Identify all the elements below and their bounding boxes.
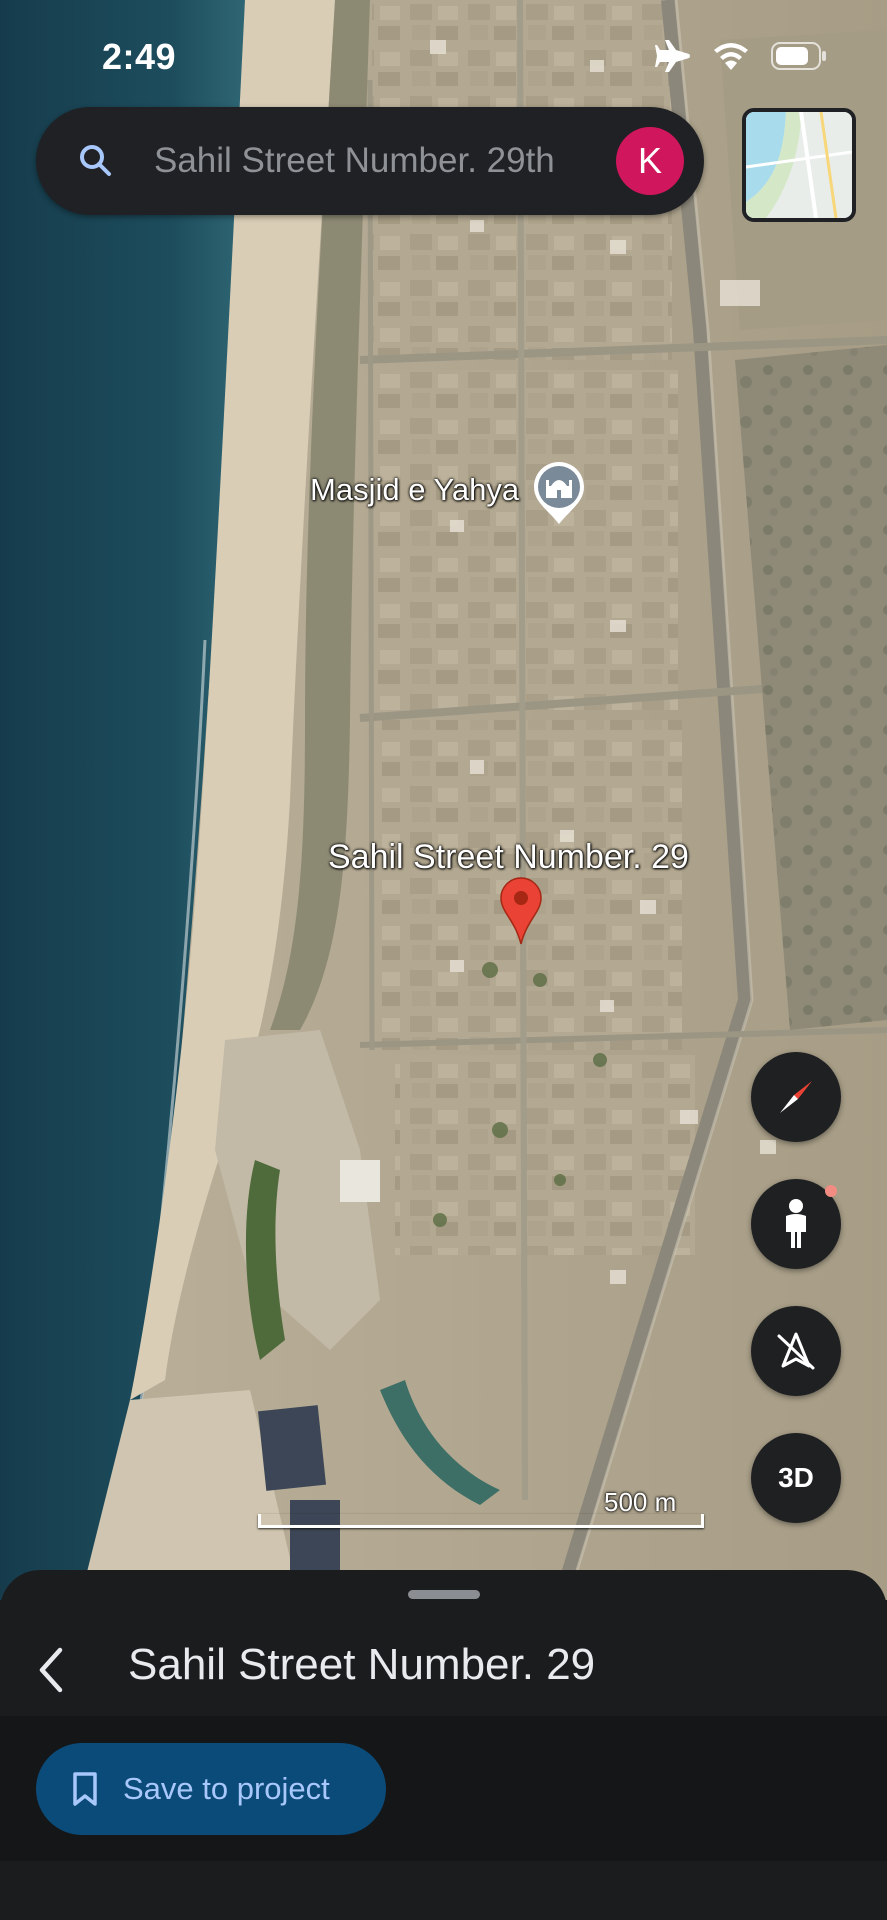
save-to-project-button[interactable]: Save to project	[36, 1743, 386, 1835]
search-bar[interactable]: Sahil Street Number. 29th K	[36, 107, 704, 215]
search-input[interactable]: Sahil Street Number. 29th	[154, 107, 624, 215]
status-icons	[655, 40, 827, 72]
airplane-mode-icon	[655, 40, 690, 72]
map-layer-thumbnail-icon	[746, 112, 852, 218]
mosque-icon	[534, 462, 584, 524]
poi-masjid-marker[interactable]	[532, 460, 586, 526]
3d-button[interactable]: 3D	[751, 1433, 841, 1523]
street-view-button[interactable]	[751, 1179, 841, 1269]
tilt-toggle-button[interactable]	[751, 1306, 841, 1396]
map-pin-icon	[500, 877, 542, 945]
place-title: Sahil Street Number. 29	[128, 1640, 596, 1689]
wifi-icon	[714, 43, 748, 70]
map-layer-toggle[interactable]	[742, 108, 856, 222]
save-to-project-label: Save to project	[123, 1771, 330, 1806]
compass-icon	[780, 1081, 812, 1113]
scale-bar	[258, 1514, 704, 1528]
poi-masjid-label[interactable]: Masjid e Yahya	[310, 472, 519, 508]
account-avatar[interactable]: K	[616, 127, 684, 195]
pegman-icon	[786, 1199, 806, 1248]
navigation-off-icon	[777, 1332, 815, 1370]
battery-icon	[771, 42, 826, 70]
3d-label: 3D	[778, 1462, 814, 1493]
notification-dot	[825, 1185, 837, 1197]
status-time: 2:49	[102, 36, 177, 77]
pin-label[interactable]: Sahil Street Number. 29	[328, 838, 689, 877]
compass-button[interactable]	[751, 1052, 841, 1142]
sheet-drag-handle[interactable]	[408, 1590, 480, 1599]
sheet-header: Sahil Street Number. 29	[0, 1600, 887, 1716]
back-arrow-icon[interactable]	[34, 1644, 70, 1696]
selected-location-pin[interactable]	[499, 876, 543, 946]
search-icon	[80, 145, 111, 176]
bookmark-icon	[73, 1772, 97, 1806]
